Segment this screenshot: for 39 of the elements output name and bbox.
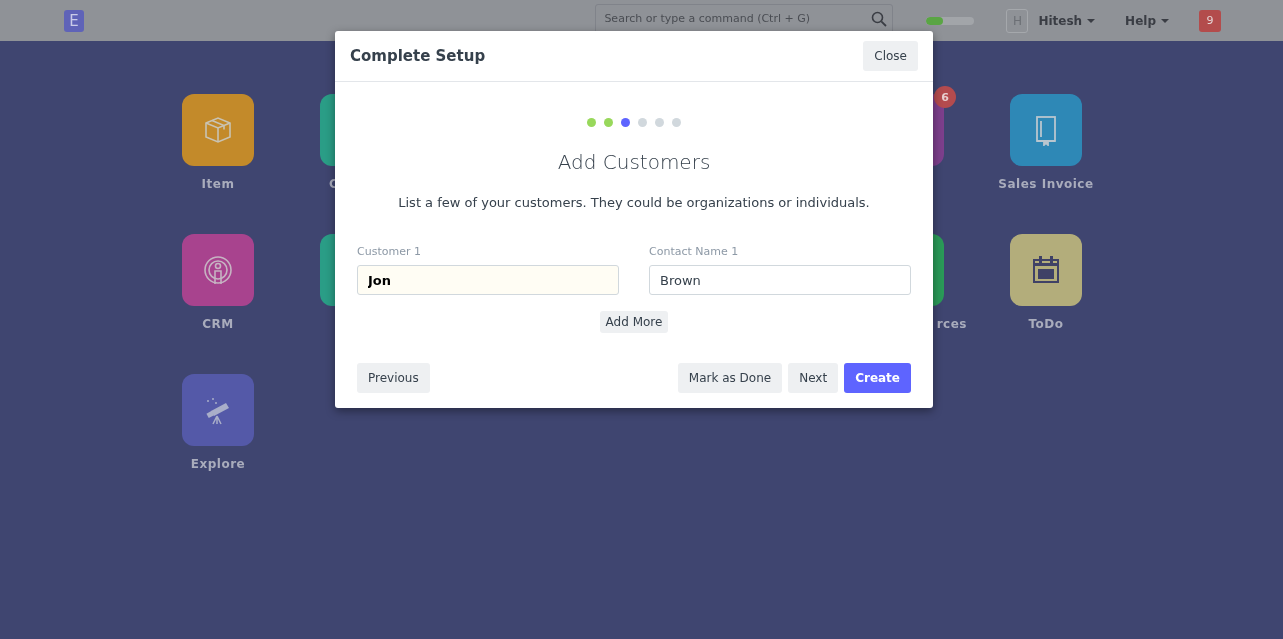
progress-bar: [926, 16, 975, 25]
notification-badge[interactable]: 9: [1199, 9, 1221, 32]
app-label[interactable]: Explore: [190, 457, 246, 471]
field-label: Customer 1: [357, 245, 422, 258]
app-tile[interactable]: [1010, 94, 1082, 166]
section-heading: Add Customers: [556, 150, 712, 174]
app-label[interactable]: Sales Invoice: [998, 177, 1094, 191]
search-icon: [871, 10, 888, 27]
caret-icon: [1087, 18, 1096, 23]
app-label[interactable]: ToDo: [1028, 317, 1064, 331]
description-text: List a few of your customers. They could be organizations or individuals.: [397, 195, 871, 210]
text-field[interactable]: Brown: [649, 265, 911, 295]
close-button[interactable]: Close: [863, 41, 918, 71]
telescope-icon: [206, 398, 229, 425]
help-menu[interactable]: Help: [1125, 13, 1169, 28]
mark-as-done-button[interactable]: Mark as Done: [677, 363, 783, 393]
app-tile[interactable]: [1010, 234, 1082, 306]
field-label: Contact Name 1: [649, 245, 740, 258]
previous-button[interactable]: Previous: [357, 363, 430, 393]
box-icon: [205, 117, 231, 143]
app-tile[interactable]: [182, 374, 254, 446]
caret-icon: [1161, 18, 1169, 23]
app-tile[interactable]: [182, 234, 254, 306]
dialog-title: Complete Setup: [350, 47, 486, 65]
user-menu[interactable]: Hitesh: [1038, 13, 1096, 28]
app-label[interactable]: CRM: [202, 317, 234, 331]
next-button[interactable]: Next: [788, 363, 839, 393]
text-field[interactable]: Jon: [357, 265, 619, 295]
app-logo[interactable]: E: [64, 9, 84, 32]
book-icon: [1036, 116, 1056, 146]
app-tile[interactable]: [182, 94, 254, 166]
add-more-button[interactable]: Add More: [599, 311, 669, 333]
calendar-icon: [1033, 256, 1059, 283]
broadcast-person-icon: [204, 256, 232, 285]
count-badge: 6: [934, 86, 956, 108]
create-button[interactable]: Create: [844, 363, 911, 393]
app-label[interactable]: rces: [936, 317, 967, 331]
search-field[interactable]: Search or type a command (Ctrl + G): [595, 3, 894, 34]
app-label[interactable]: Item: [201, 177, 235, 191]
